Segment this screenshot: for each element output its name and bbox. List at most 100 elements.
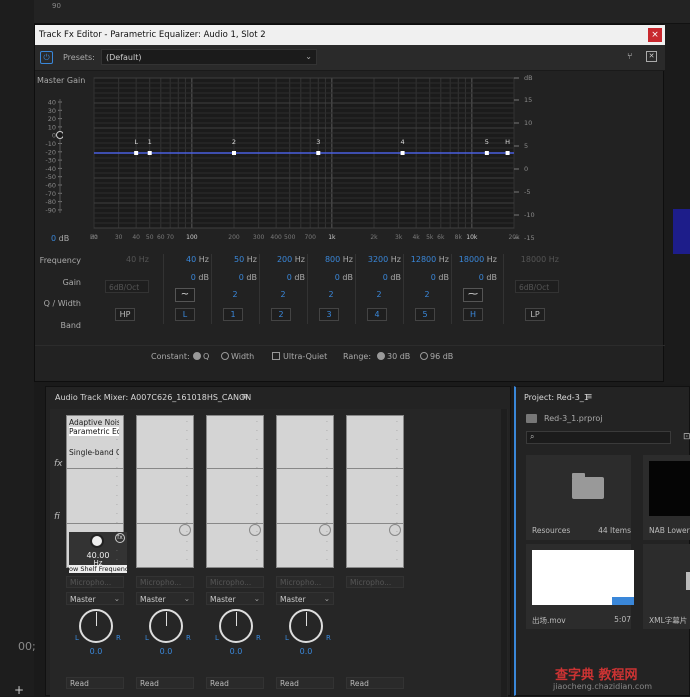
automation-mode-select[interactable]: Read bbox=[346, 677, 404, 689]
band-gain[interactable]: 0 dB bbox=[213, 273, 257, 282]
pan-knob[interactable] bbox=[149, 609, 183, 643]
automation-mode-select[interactable]: Read bbox=[206, 677, 264, 689]
panel-menu-icon[interactable]: ≡ bbox=[585, 392, 593, 402]
project-item-resources[interactable]: Resources 44 Items bbox=[526, 455, 631, 540]
new-search-bin-icon[interactable]: ⊡ bbox=[683, 432, 690, 442]
range-96-radio[interactable]: 96 dB bbox=[420, 352, 453, 361]
effect-slot[interactable]: Adaptive Noise bbox=[69, 418, 119, 427]
band-q[interactable]: 2 bbox=[213, 290, 257, 299]
eq-band-node bbox=[505, 151, 510, 155]
effect-slot[interactable]: Single-band C bbox=[69, 448, 119, 457]
project-item-clip[interactable]: 出场.mov 5:07 bbox=[526, 544, 634, 629]
presets-dropdown[interactable]: (Default) ⌄ bbox=[101, 49, 317, 65]
band-q[interactable]: 2 bbox=[405, 290, 449, 299]
add-button[interactable]: + bbox=[14, 683, 24, 697]
mixer-channel-strip: · · · · · · · · · · · · · · · · Micropho... Master ⌄ L R 0.0 R… bbox=[274, 409, 334, 697]
eq-graph[interactable]: dB 15 10 5 0 -5 -10 -15 Hz 20 30 40 50 60 70 100 200 300 4… bbox=[88, 73, 548, 241]
bypass-icon[interactable]: ✕ bbox=[646, 51, 657, 62]
q-width-row-label: Q / Width bbox=[43, 299, 81, 308]
effect-rack[interactable]: · · · · · · · · · · · · · · · · bbox=[346, 415, 404, 568]
constant-q-radio[interactable]: Q bbox=[193, 352, 209, 361]
pan-knob[interactable] bbox=[219, 609, 253, 643]
band-frequency[interactable]: 12800 Hz bbox=[405, 255, 449, 264]
band-gain[interactable]: 0 dB bbox=[165, 273, 209, 282]
band-frequency[interactable]: 3200 Hz bbox=[357, 255, 401, 264]
band-frequency[interactable]: 50 Hz bbox=[213, 255, 257, 264]
project-item-xml[interactable]: XML字幕片 bbox=[643, 544, 690, 629]
automation-mode-select[interactable]: Read bbox=[276, 677, 334, 689]
band-enable-button[interactable]: 5 bbox=[415, 308, 435, 321]
pan-value[interactable]: 0.0 bbox=[134, 647, 198, 656]
band-gain[interactable]: 0 dB bbox=[261, 273, 305, 282]
effect-rack[interactable]: · · · · · · · · · · · · · · · · bbox=[206, 415, 264, 568]
band-frequency[interactable]: 18000 Hz bbox=[453, 255, 497, 264]
hp-slope-dropdown[interactable]: 6dB/Oct bbox=[105, 280, 149, 293]
output-select[interactable]: Master ⌄ bbox=[136, 592, 194, 605]
automation-mode-select[interactable]: Read bbox=[66, 677, 124, 689]
band-enable-button[interactable]: 3 bbox=[319, 308, 339, 321]
shelf-shape-button[interactable]: ~ bbox=[175, 288, 195, 302]
project-item-nab-lower[interactable]: NAB Lower bbox=[643, 455, 690, 540]
input-select[interactable]: Micropho... bbox=[276, 576, 334, 588]
input-select[interactable]: Micropho... bbox=[346, 576, 404, 588]
band-gain[interactable]: 0 dB bbox=[405, 273, 449, 282]
sends-section-icon[interactable]: fi bbox=[54, 512, 60, 522]
pan-knob[interactable] bbox=[289, 609, 323, 643]
freq-tick-label: 60 bbox=[157, 234, 165, 241]
master-gain-slider[interactable]: 40 30 20 10 0 -10 -20 -30 -40 -50 -60 -70 -80 -90 bbox=[41, 95, 64, 245]
project-search-input[interactable]: ⌕ bbox=[526, 431, 671, 444]
routing-icon[interactable]: ⑂ bbox=[627, 52, 632, 62]
shelf-shape-button[interactable]: ⁓ bbox=[463, 288, 483, 302]
master-gain-value[interactable]: 0 dB bbox=[51, 234, 69, 243]
band-enable-button[interactable]: 4 bbox=[367, 308, 387, 321]
mixer-scrollbar[interactable] bbox=[501, 409, 507, 697]
sequence-icon bbox=[649, 550, 690, 605]
band-gain[interactable]: 0 dB bbox=[357, 273, 401, 282]
power-icon[interactable]: ⏻ bbox=[40, 51, 53, 64]
close-button[interactable]: × bbox=[648, 28, 662, 42]
pan-knob[interactable] bbox=[79, 609, 113, 643]
lp-frequency[interactable]: 18000 Hz bbox=[515, 255, 559, 264]
band-frequency[interactable]: 40 Hz bbox=[165, 255, 209, 264]
ultra-quiet-checkbox[interactable]: Ultra-Quiet bbox=[272, 352, 327, 361]
db-tick-label: -10 bbox=[524, 211, 535, 219]
output-select[interactable]: Master ⌄ bbox=[66, 592, 124, 605]
pan-value[interactable]: 0.0 bbox=[64, 647, 128, 656]
input-select[interactable]: Micropho... bbox=[66, 576, 124, 588]
pan-value[interactable]: 0.0 bbox=[204, 647, 268, 656]
effects-section-icon[interactable]: fx bbox=[54, 459, 63, 469]
output-select[interactable]: Master ⌄ bbox=[206, 592, 264, 605]
band-gain[interactable]: 0 dB bbox=[309, 273, 353, 282]
band-q[interactable]: 2 bbox=[261, 290, 305, 299]
pan-value[interactable]: 0.0 bbox=[274, 647, 338, 656]
range-30-radio[interactable]: 30 dB bbox=[377, 352, 410, 361]
band-q[interactable]: 2 bbox=[309, 290, 353, 299]
output-select[interactable]: Master ⌄ bbox=[276, 592, 334, 605]
mixer-tab[interactable]: Audio Track Mixer: A007C626_161018HS_CAN… bbox=[55, 393, 251, 402]
effect-rack[interactable]: · · · · · · · · · · · · · · · · bbox=[136, 415, 194, 568]
hp-frequency[interactable]: 40 Hz bbox=[105, 255, 149, 264]
master-gain-label: Master Gain bbox=[37, 76, 86, 85]
band-enable-button[interactable]: 1 bbox=[223, 308, 243, 321]
hp-band-button[interactable]: HP bbox=[115, 308, 135, 321]
automation-mode-select[interactable]: Read bbox=[136, 677, 194, 689]
band-enable-button[interactable]: 2 bbox=[271, 308, 291, 321]
input-select[interactable]: Micropho... bbox=[206, 576, 264, 588]
effect-rack[interactable]: · · · · · · · · · · · · · · · · bbox=[276, 415, 334, 568]
chevron-down-icon: ⌄ bbox=[305, 52, 312, 61]
band-gain[interactable]: 0 dB bbox=[453, 273, 497, 282]
constant-width-radio[interactable]: Width bbox=[221, 352, 254, 361]
band-frequency[interactable]: 200 Hz bbox=[261, 255, 305, 264]
effect-slot[interactable]: Parametric Eq bbox=[69, 427, 119, 436]
lp-slope-dropdown[interactable]: 6dB/Oct bbox=[515, 280, 559, 293]
band-enable-button[interactable]: L bbox=[175, 308, 195, 321]
band-q[interactable]: 2 bbox=[357, 290, 401, 299]
panel-menu-icon[interactable]: ≡ bbox=[241, 392, 249, 402]
lp-band-button[interactable]: LP bbox=[525, 308, 545, 321]
band-enable-button[interactable]: H bbox=[463, 308, 483, 321]
band-frequency[interactable]: 800 Hz bbox=[309, 255, 353, 264]
project-tab[interactable]: Project: Red-3_1 bbox=[524, 393, 589, 402]
effect-rack[interactable]: Adaptive NoiseParametric Eq Single-band C… bbox=[66, 415, 127, 573]
input-select[interactable]: Micropho... bbox=[136, 576, 194, 588]
window-title: Track Fx Editor - Parametric Equalizer: … bbox=[35, 25, 665, 45]
